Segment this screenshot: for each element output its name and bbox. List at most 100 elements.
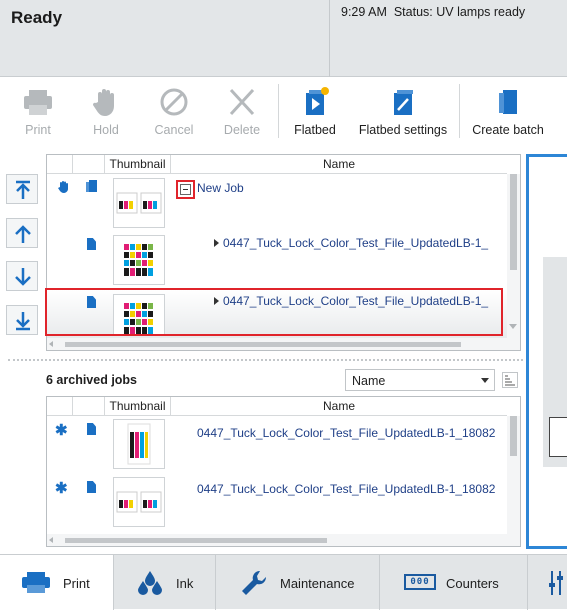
arrow-up-icon (15, 225, 31, 243)
job-toolbar: Print Hold Cancel Delete Flatbed Flatbed… (0, 78, 567, 145)
batch-doc-icon (86, 180, 97, 192)
header-divider (329, 0, 330, 77)
job-thumbnail (113, 419, 165, 469)
archive-scroll-thumb[interactable] (510, 416, 517, 456)
col-type (73, 155, 105, 173)
flatbed-icon (306, 87, 329, 115)
archive-sort-select[interactable]: Name (345, 369, 495, 391)
move-down-button[interactable] (6, 261, 38, 291)
create-batch-button[interactable]: Create batch (466, 78, 550, 145)
sliders-icon (549, 571, 563, 595)
tab-print[interactable]: Print (0, 555, 113, 610)
queue-hscroll-thumb[interactable] (65, 342, 461, 347)
move-up-button[interactable] (6, 218, 38, 248)
hold-hand-icon (58, 181, 68, 193)
cancel-button[interactable]: Cancel (148, 78, 200, 145)
asterisk-icon: ✱ (55, 422, 68, 439)
hand-icon (92, 89, 114, 116)
chevron-down-icon (481, 378, 489, 383)
cancel-label: Cancel (154, 123, 194, 137)
status-time: 9:29 AM (341, 5, 387, 19)
queue-hscrollbar[interactable] (47, 338, 520, 350)
hold-label: Hold (93, 123, 119, 137)
col-thumbnail: Thumbnail (105, 397, 171, 415)
print-button[interactable]: Print (12, 78, 64, 145)
move-to-bottom-button[interactable] (6, 305, 38, 335)
toolbar-divider (278, 84, 279, 138)
flatbed-settings-label: Flatbed settings (358, 123, 448, 137)
selection-highlight (45, 288, 503, 336)
col-name: Name (322, 399, 355, 413)
toolbar-divider-2 (459, 84, 460, 138)
col-status (47, 397, 73, 415)
hold-button[interactable]: Hold (80, 78, 132, 145)
archive-header: Thumbnail Name (47, 397, 507, 416)
tab-maintenance-label: Maintenance (280, 576, 355, 591)
status-header: Ready 9:29 AM Status: UV lamps ready (0, 0, 567, 77)
archived-job-name: 0447_Tuck_Lock_Color_Test_File_UpdatedLB… (197, 426, 496, 440)
ink-drops-icon (138, 571, 162, 595)
panel-splitter[interactable] (8, 359, 523, 361)
scroll-left-icon[interactable] (49, 341, 53, 347)
archived-job-name: 0447_Tuck_Lock_Color_Test_File_UpdatedLB… (197, 482, 496, 496)
collapse-toggle[interactable] (180, 184, 191, 195)
job-group-name: New Job (197, 181, 244, 195)
archive-hscrollbar[interactable] (47, 534, 520, 546)
tab-maintenance[interactable]: Maintenance (216, 555, 379, 610)
archive-scrollbar[interactable] (507, 416, 520, 534)
arrow-to-bottom-icon (16, 312, 30, 331)
job-thumbnail (113, 477, 165, 527)
printer-state-title: Ready (11, 8, 63, 27)
col-type (73, 397, 105, 415)
tab-counters-label: Counters (446, 576, 499, 591)
flatbed-settings-button[interactable]: Flatbed settings (354, 78, 452, 145)
document-icon (87, 238, 96, 250)
job-thumbnail (113, 235, 165, 285)
flatbed-settings-icon (394, 90, 413, 115)
create-batch-label: Create batch (472, 123, 544, 137)
tab-print-label: Print (63, 576, 90, 591)
asterisk-icon: ✱ (55, 480, 68, 497)
queue-scroll-thumb[interactable] (510, 174, 517, 270)
counter-icon: 000 (404, 574, 436, 590)
col-thumbnail: Thumbnail (105, 155, 171, 173)
archive-sort-value: Name (352, 374, 386, 388)
tab-ink[interactable]: Ink (114, 555, 215, 610)
archived-job-row[interactable]: ✱ 0447_Tuck_Lock_Color_Test_File_Updated… (47, 475, 507, 531)
tab-settings[interactable] (528, 555, 567, 610)
status-label: Status: (393, 5, 433, 19)
printer-icon (22, 572, 50, 593)
scroll-left-icon[interactable] (49, 537, 53, 543)
archive-hscroll-thumb[interactable] (65, 538, 327, 543)
close-icon (229, 88, 255, 116)
expand-arrow-icon[interactable] (214, 239, 219, 247)
job-row[interactable]: 0447_Tuck_Lock_Color_Test_File_UpdatedLB… (47, 233, 507, 290)
print-label: Print (25, 123, 51, 137)
preview-pane[interactable] (526, 154, 567, 549)
delete-button[interactable]: Delete (216, 78, 268, 145)
arrow-to-top-icon (16, 180, 30, 199)
col-status (47, 155, 73, 173)
job-name: 0447_Tuck_Lock_Color_Test_File_UpdatedLB… (223, 236, 489, 250)
batch-icon (499, 90, 517, 114)
scroll-down-icon[interactable] (509, 324, 517, 329)
queue-scrollbar[interactable] (507, 174, 520, 338)
queue-header: Thumbnail Name (47, 155, 507, 174)
status-value: UV lamps ready (436, 5, 526, 19)
status-line: 9:29 AM Status: UV lamps ready (341, 5, 525, 19)
wrench-icon (242, 570, 267, 595)
archived-job-row[interactable]: ✱ 0447_Tuck_Lock_Color_Test_File_Updated… (47, 417, 507, 473)
job-group-row[interactable]: New Job (47, 175, 507, 231)
move-to-top-button[interactable] (6, 174, 38, 204)
document-icon (87, 481, 96, 493)
tab-counters[interactable]: 000 Counters (380, 555, 527, 610)
delete-label: Delete (223, 123, 261, 137)
tab-ink-label: Ink (176, 576, 194, 591)
flatbed-button[interactable]: Flatbed (286, 78, 344, 145)
sort-order-icon[interactable] (502, 372, 518, 388)
archived-count: 6 archived jobs (46, 373, 138, 387)
preview-media (549, 417, 567, 457)
main-tab-bar: Print Ink Maintenance 000 Counters (0, 554, 567, 610)
printer-icon (24, 90, 52, 115)
arrow-down-icon (15, 268, 31, 286)
